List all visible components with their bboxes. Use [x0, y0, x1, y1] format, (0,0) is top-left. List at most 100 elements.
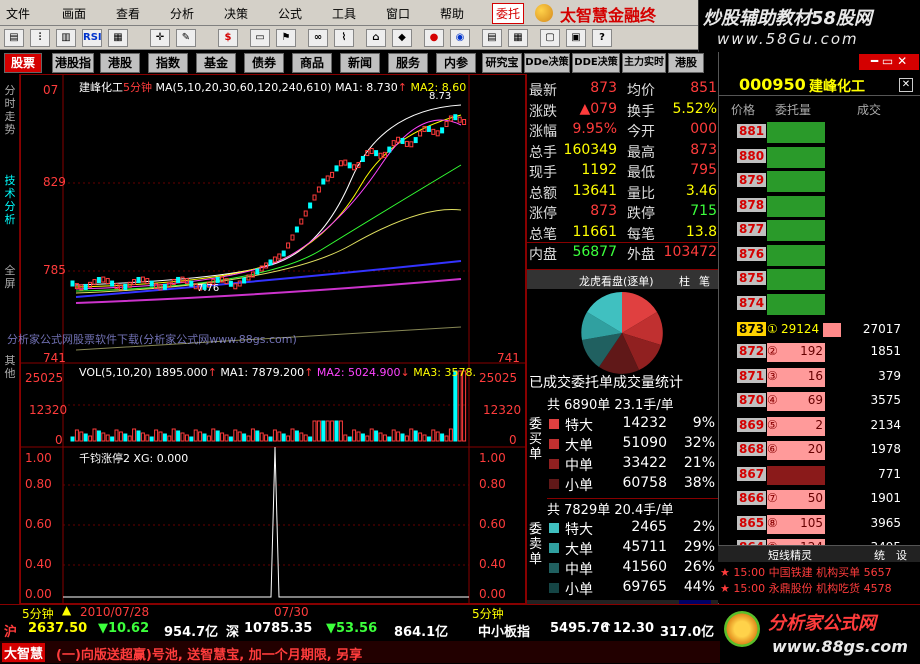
- window-controls[interactable]: ━ ▭ ✕: [859, 54, 919, 70]
- vtab-other[interactable]: 其他: [2, 354, 18, 380]
- volume-bar: [457, 370, 462, 442]
- tab-research[interactable]: 研究宝: [482, 53, 522, 73]
- tv-icon[interactable]: ▭: [250, 29, 270, 47]
- ob-ask-row[interactable]: 874: [719, 293, 920, 316]
- tab-stocks[interactable]: 股票: [4, 53, 42, 73]
- folder-icon[interactable]: ▤: [4, 29, 24, 47]
- footer-period-right[interactable]: 5分钟: [472, 605, 504, 622]
- tab-commodity[interactable]: 商品: [292, 53, 332, 73]
- pie-tab-count[interactable]: 笔: [699, 273, 710, 289]
- ob-bid-row[interactable]: 869 ⑤ 2 2134: [719, 416, 920, 438]
- doc-icon[interactable]: ▤: [482, 29, 502, 47]
- rsi-icon[interactable]: RSI: [82, 29, 102, 47]
- help-icon[interactable]: ?: [592, 29, 612, 47]
- ob-bid-row[interactable]: 866 ⑦ 50 1901: [719, 489, 920, 511]
- ob-ask-row[interactable]: 881: [719, 122, 920, 144]
- tab-index[interactable]: 指数: [148, 53, 188, 73]
- footer-period[interactable]: 5分钟: [22, 605, 54, 622]
- menu-window[interactable]: 窗口: [386, 5, 410, 22]
- volume-bar: [316, 420, 321, 442]
- menu-tools[interactable]: 工具: [332, 5, 356, 22]
- quote-value: 56877: [572, 244, 617, 260]
- ob-current-row[interactable]: 873 ① 29124 27017: [719, 320, 920, 342]
- ob-bid-row[interactable]: 865 ⑧ 105 3965: [719, 514, 920, 536]
- kline-chart-panel[interactable]: 建峰化工5分钟 MA(5,10,20,30,60,120,240,610) MA…: [7, 74, 527, 605]
- flag-icon[interactable]: ⚑: [276, 29, 296, 47]
- ball-icon[interactable]: ●: [424, 29, 444, 47]
- tab-insider[interactable]: 内参: [436, 53, 476, 73]
- ob-bid-row[interactable]: 870 ④ 69 3575: [719, 391, 920, 413]
- home-icon[interactable]: ⌂: [366, 29, 386, 47]
- grid-icon[interactable]: ▦: [108, 29, 128, 47]
- news-tab-set[interactable]: 设: [896, 547, 907, 563]
- ob-bid-row[interactable]: 871 ③ 16 379: [719, 367, 920, 389]
- kline-icon[interactable]: ⫶: [30, 29, 50, 47]
- ob-ask-row[interactable]: 876: [719, 244, 920, 267]
- news-item-2[interactable]: ★ 15:00 永鼎股份 机构吃货 4578: [720, 580, 892, 596]
- bar-chart-icon[interactable]: ▥: [56, 29, 76, 47]
- ob-qty: 29124: [781, 322, 820, 336]
- cross-icon[interactable]: ✛: [150, 29, 170, 47]
- vtab-timeshare[interactable]: 分时走势: [2, 84, 18, 136]
- candle: [312, 194, 317, 201]
- ob-bid-row[interactable]: 872 ② 192 1851: [719, 342, 920, 364]
- tab-service[interactable]: 服务: [388, 53, 428, 73]
- binoculars-icon[interactable]: ∞: [308, 29, 328, 47]
- candle: [228, 280, 233, 287]
- quote-row: 内盘 56877 外盘 103472: [527, 242, 719, 263]
- ob-ask-row[interactable]: 878: [719, 195, 920, 218]
- tab-bond[interactable]: 债券: [244, 53, 284, 73]
- ob-qty-bar: [823, 323, 841, 337]
- globe-icon[interactable]: ◉: [450, 29, 470, 47]
- tab-dde1[interactable]: DDe决策: [524, 53, 570, 73]
- candle: [404, 140, 409, 147]
- candle: [448, 115, 453, 122]
- entrust-button[interactable]: 委托: [492, 3, 525, 24]
- news-tab-stat[interactable]: 统: [874, 547, 885, 563]
- news-arrow-icon: ★: [720, 566, 730, 579]
- tab-main-force[interactable]: 主力实时: [622, 53, 666, 73]
- window2-icon[interactable]: ▣: [566, 29, 586, 47]
- ob-ask-row[interactable]: 880: [719, 146, 920, 169]
- ob-ask-row[interactable]: 879: [719, 171, 920, 193]
- ob-close-icon[interactable]: ✕: [899, 78, 913, 92]
- tab-news[interactable]: 新闻: [340, 53, 380, 73]
- chart-line-icon[interactable]: ⌇: [334, 29, 354, 47]
- menu-view[interactable]: 查看: [116, 5, 140, 22]
- tab-dde2[interactable]: DDE决策: [572, 53, 620, 73]
- app-name[interactable]: 大智慧: [2, 643, 46, 662]
- diamond-icon[interactable]: ◆: [392, 29, 412, 47]
- tab-fund[interactable]: 基金: [196, 53, 236, 73]
- ob-bid-row[interactable]: 868 ⑥ 20 1978: [719, 440, 920, 462]
- pen-icon[interactable]: ✎: [176, 29, 196, 47]
- news-item-1[interactable]: ★ 15:00 中国铁建 机构买单 5657: [720, 564, 892, 580]
- quote-row: 总额 13641 量比 3.46: [527, 181, 719, 202]
- pie-tab-bar[interactable]: 柱: [679, 273, 690, 289]
- calc-icon[interactable]: ▦: [508, 29, 528, 47]
- volume-bar: [264, 434, 269, 442]
- candle: [418, 130, 423, 137]
- menu-help[interactable]: 帮助: [440, 5, 464, 22]
- tab-hk[interactable]: 港股: [100, 53, 140, 73]
- ob-qty: 50: [807, 491, 823, 505]
- ob-bid-row[interactable]: 867 771: [719, 465, 920, 487]
- ob-ask-row[interactable]: 877: [719, 220, 920, 242]
- menu-analysis[interactable]: 分析: [170, 5, 194, 22]
- menu-screen[interactable]: 画面: [62, 5, 86, 22]
- vtab-technical[interactable]: 技术分析: [2, 174, 18, 226]
- candle: [462, 119, 467, 126]
- stat-volume: 14232: [622, 415, 667, 431]
- broadcast-text[interactable]: (一)向版送超赢)号池, 送智慧宝, 加一个月期限, 另享: [56, 644, 362, 663]
- ob-ask-row[interactable]: 875: [719, 269, 920, 291]
- stat-percent: 44%: [683, 579, 715, 595]
- tab-hk2[interactable]: 港股: [668, 53, 704, 73]
- tab-hk-index[interactable]: 港股指: [52, 53, 94, 73]
- dollar-icon[interactable]: $: [218, 29, 238, 47]
- menu-decision[interactable]: 决策: [224, 5, 248, 22]
- quote-value: 715: [690, 203, 717, 219]
- menu-formula[interactable]: 公式: [278, 5, 302, 22]
- stat-percent: 32%: [683, 435, 715, 451]
- vtab-fullscreen[interactable]: 全屏: [2, 264, 18, 290]
- menu-file[interactable]: 文件: [6, 5, 30, 22]
- window-icon[interactable]: ▢: [540, 29, 560, 47]
